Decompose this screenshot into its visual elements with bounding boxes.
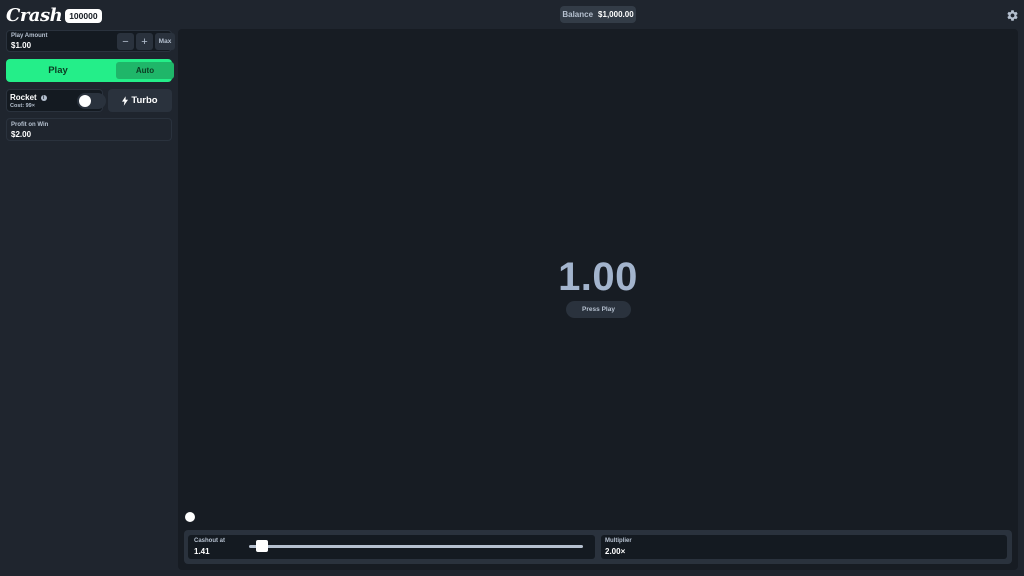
gear-icon-svg [1007,10,1018,21]
logo: Crash 100000 [6,4,102,26]
profit-value: $2.00 [11,130,32,139]
increase-amount-button[interactable]: + [136,33,153,50]
cashout-label: Cashout at [194,538,226,544]
rocket-position-dot [185,512,195,522]
profit-label: Profit on Win [11,122,49,128]
current-multiplier: 1.00 [558,255,638,299]
turbo-button[interactable]: Turbo [108,89,172,112]
cashout-value[interactable]: 1.41 [194,547,210,556]
play-mode-group: Play Auto [6,59,174,82]
cashout-field: Cashout at 1.41 [188,535,595,559]
auto-button[interactable]: Auto [116,62,174,79]
cashout-slider[interactable] [249,540,583,552]
press-play-button[interactable]: Press Play [566,301,631,318]
play-button[interactable]: Play [6,59,110,82]
cashout-slider-thumb[interactable] [256,540,269,552]
crash-game-app: Crash 100000 Balance $1,000.00 Play Amou… [0,0,1024,576]
rocket-toggle-knob [79,95,91,107]
logo-badge: 100000 [65,9,102,23]
multiplier-value[interactable]: 2.00× [605,547,625,556]
play-amount-field[interactable]: Play Amount $1.00 − + Max [6,30,175,52]
profit-on-win-field: Profit on Win $2.00 [6,118,172,141]
max-amount-button[interactable]: Max [155,33,175,50]
info-icon[interactable]: i [40,94,47,101]
turbo-label: Turbo [131,95,158,106]
balance-value: $1,000.00 [598,10,634,19]
bolt-icon [122,95,129,106]
logo-text: Crash [6,4,63,26]
play-amount-value[interactable]: $1.00 [11,41,31,50]
gear-icon[interactable] [1006,9,1019,22]
play-amount-label: Play Amount [11,33,48,39]
multiplier-field: Multiplier 2.00× [601,535,1007,559]
balance-display: Balance $1,000.00 [560,6,636,23]
rocket-toggle[interactable] [77,93,106,109]
rocket-label: Rocket [10,93,37,102]
multiplier-label: Multiplier [605,538,632,544]
decrease-amount-button[interactable]: − [117,33,134,50]
rocket-title: Rocket i [10,93,47,102]
rocket-cost: Cost: 99× [10,103,35,109]
rocket-option: Rocket i Cost: 99× [6,89,106,112]
balance-label: Balance [562,10,594,19]
